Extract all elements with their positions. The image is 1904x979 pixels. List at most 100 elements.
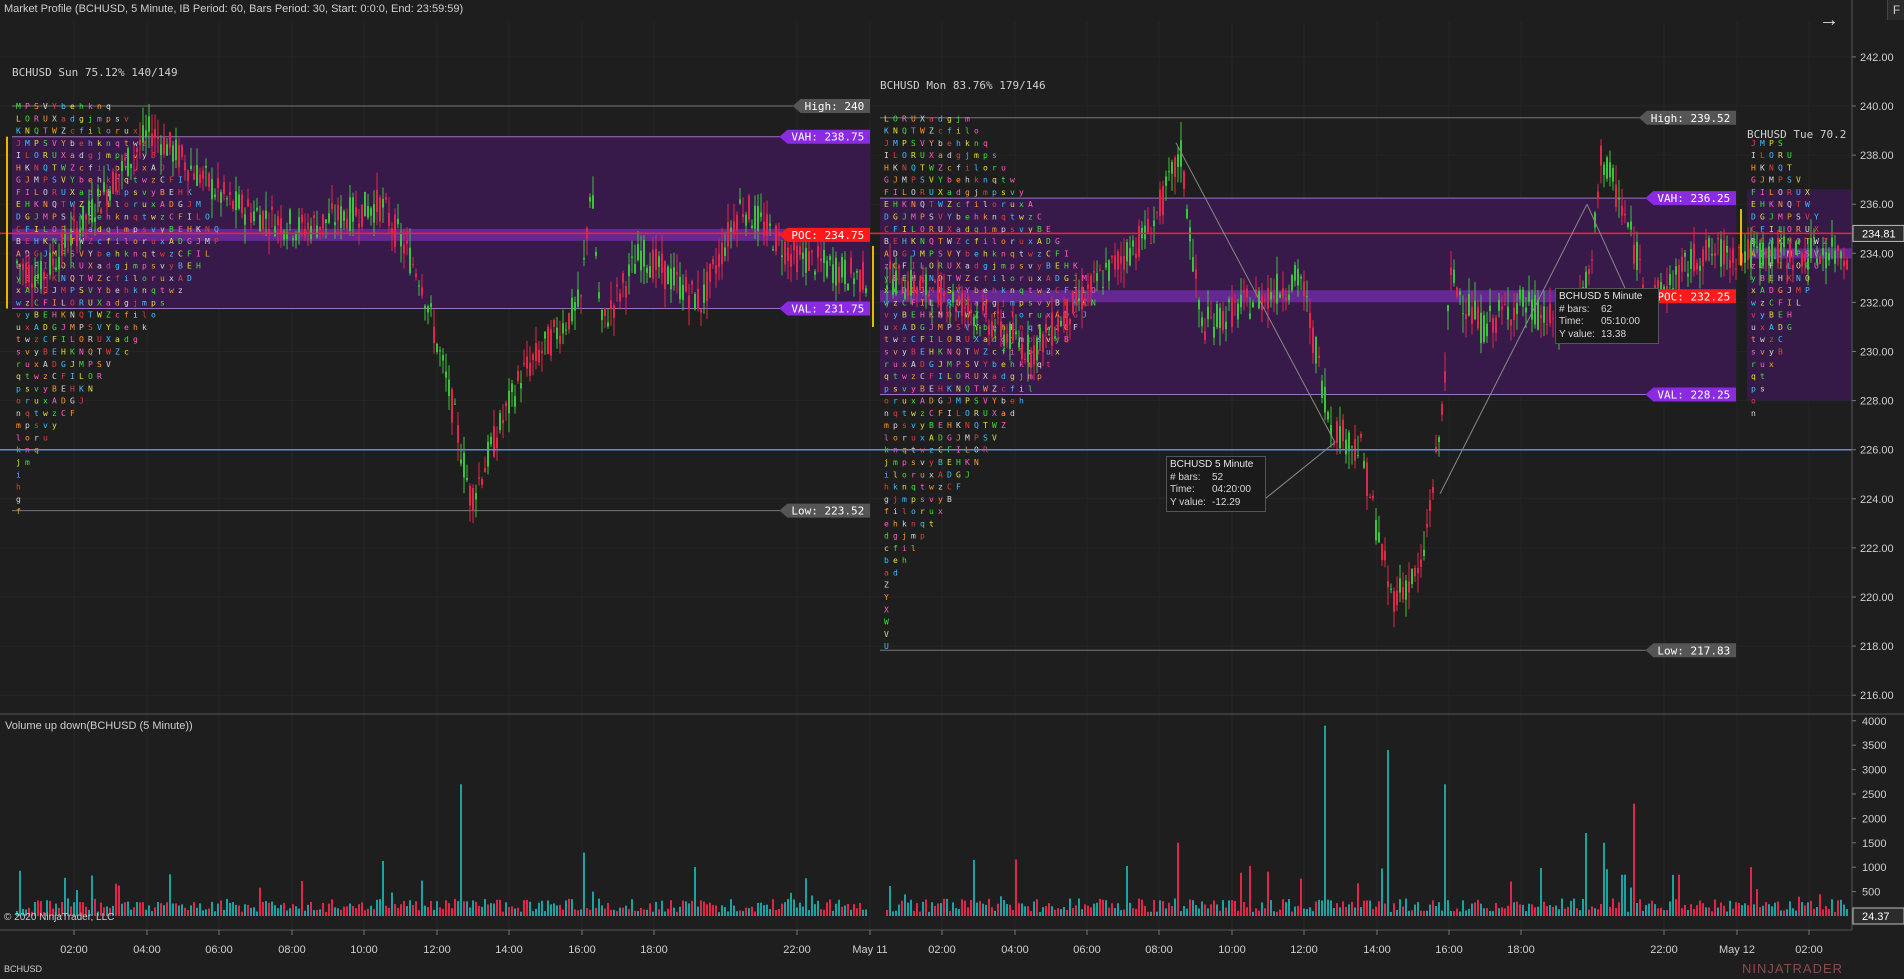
ninjatrader-logo: NINJATRADER — [1742, 961, 1844, 976]
volume-bar — [1492, 911, 1494, 916]
volume-bar — [1159, 900, 1161, 916]
volume-bar — [1621, 874, 1623, 916]
candle-body — [1432, 486, 1434, 493]
candle-body — [1294, 265, 1296, 281]
price-chart[interactable]: M P S V Yb e h k n qL O R U Xa d g j m p s vK N Q T W Zc f i l o r u xJ M… — [0, 0, 1904, 979]
volume-bar — [253, 907, 255, 916]
candle-body — [1252, 302, 1254, 308]
trend-line[interactable] — [1261, 441, 1336, 502]
profile-letter: d — [106, 262, 111, 271]
profile-letter: b — [79, 176, 84, 185]
volume-bar — [451, 908, 453, 916]
volume-bar — [724, 907, 726, 916]
profile-letter: I — [884, 151, 889, 160]
profile-letter: N — [205, 225, 210, 234]
volume-bar — [1222, 900, 1224, 916]
candle-body — [211, 179, 213, 200]
volume-bar — [1315, 901, 1317, 916]
profile-letter: F — [1073, 323, 1078, 332]
profile-letter: A — [902, 323, 907, 332]
profile-letter: p — [115, 151, 120, 160]
price-tick-label: 226.00 — [1860, 445, 1894, 457]
profile-letter: h — [1019, 397, 1024, 406]
profile-letter: U — [911, 114, 916, 123]
profile-letter: W — [920, 127, 925, 136]
candle-body — [562, 322, 564, 334]
profile-letter: T — [97, 348, 102, 357]
profile-letter: E — [1778, 311, 1783, 320]
candle-body — [142, 125, 144, 143]
profile-letter: P — [52, 212, 57, 221]
volume-bar — [424, 905, 426, 916]
profile-letter: F — [25, 225, 30, 234]
candle-body — [1441, 404, 1443, 415]
volume-bar — [154, 907, 156, 916]
candle-body — [625, 286, 627, 298]
profile-letter: f — [893, 544, 898, 553]
profile-letter: Z — [88, 237, 93, 246]
volume-bar — [280, 904, 282, 916]
profile-letter: H — [920, 311, 925, 320]
profile-letter: p — [1751, 384, 1756, 393]
profile-letter: u — [160, 274, 165, 283]
profile-letter: O — [1769, 151, 1774, 160]
profile-letter: x — [1046, 311, 1051, 320]
profile-letter: e — [79, 139, 84, 148]
profile-letter: O — [929, 262, 934, 271]
candle-body — [292, 238, 294, 241]
profile-letter: G — [187, 237, 192, 246]
volume-bar — [277, 908, 279, 916]
volume-bar — [544, 911, 546, 916]
profile-letter: r — [1028, 311, 1033, 320]
volume-bar — [943, 898, 945, 916]
profile-letter: I — [1751, 151, 1756, 160]
volume-bar — [916, 903, 918, 916]
profile-letter: m — [983, 188, 988, 197]
profile-letter: L — [70, 335, 75, 344]
candle-body — [424, 305, 426, 309]
profile-letter: I — [1064, 249, 1069, 258]
candle-body — [949, 306, 951, 308]
volume-bar — [262, 902, 264, 916]
time-tick-label: 18:00 — [1507, 944, 1535, 956]
profile-letter: w — [169, 286, 174, 295]
candle-body — [520, 383, 522, 389]
volume-bar — [952, 902, 954, 916]
candle-body — [1480, 312, 1482, 344]
profile-letter: B — [16, 237, 21, 246]
profile-letter: i — [956, 127, 961, 136]
profile-letter: Q — [88, 348, 93, 357]
volume-bar — [712, 905, 714, 916]
profile-letter: t — [929, 519, 934, 528]
volume-bar — [130, 909, 132, 916]
candle-body — [1792, 264, 1794, 271]
candle-body — [1828, 253, 1830, 261]
candle-body — [280, 218, 282, 234]
volume-bar — [925, 899, 927, 916]
candle-body — [541, 350, 543, 354]
candle-body — [760, 212, 762, 217]
volume-bar — [289, 908, 291, 916]
candle-body — [97, 188, 99, 197]
profile-letter: d — [956, 188, 961, 197]
profile-letter: u — [1001, 163, 1006, 172]
profile-letter: O — [1787, 225, 1792, 234]
profile-letter: F — [70, 409, 75, 418]
volume-bar — [1681, 908, 1683, 916]
price-tick-label: 228.00 — [1860, 396, 1894, 408]
candle-body — [400, 234, 402, 247]
profile-letter: a — [947, 188, 952, 197]
candle-body — [724, 247, 726, 256]
profile-letter: D — [938, 433, 943, 442]
profile-letter: M — [79, 360, 84, 369]
volume-bar — [652, 911, 654, 916]
profile-letter: X — [956, 262, 961, 271]
profile-letter: Z — [947, 200, 952, 209]
volume-bar — [1672, 874, 1674, 916]
data-tooltip-2: BCHUSD 5 Minute # bars: 52 Time: 04:20:00 … — [1166, 456, 1266, 512]
volume-bar — [586, 908, 588, 916]
candle-body — [349, 197, 351, 231]
candle-body — [1549, 303, 1551, 323]
profile-letter: A — [169, 237, 174, 246]
profile-letter: x — [902, 360, 907, 369]
